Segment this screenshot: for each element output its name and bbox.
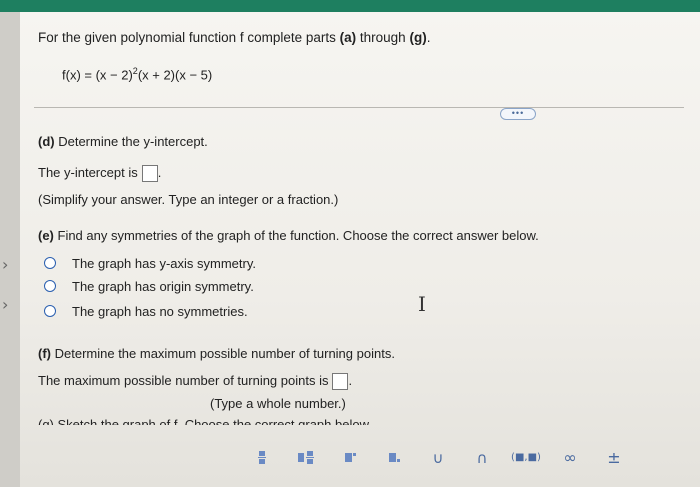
mixed-number-icon <box>298 451 314 464</box>
part-d-hint: (Simplify your answer. Type an integer o… <box>38 192 339 207</box>
math-toolbar: ∪ ∩ (■,■) ∞ ± <box>240 440 680 475</box>
subscript-icon <box>388 453 400 462</box>
option-none-label[interactable]: The graph has no symmetries. <box>72 304 248 319</box>
intersection-icon: ∩ <box>476 448 488 467</box>
interval-button[interactable]: (■,■) <box>504 443 548 473</box>
more-button[interactable]: ••• <box>500 108 536 120</box>
text-cursor-icon: I <box>418 292 426 316</box>
part-d-prompt: The y-intercept is. <box>38 165 161 183</box>
exponent-icon <box>344 453 356 462</box>
option-origin-label[interactable]: The graph has origin symmetry. <box>72 279 254 294</box>
plus-minus-button[interactable]: ± <box>592 443 636 473</box>
interval-icon: (■,■) <box>511 452 541 463</box>
turning-points-input[interactable] <box>332 373 349 391</box>
radio-option-none[interactable] <box>44 305 56 317</box>
option-y-axis-label[interactable]: The graph has y-axis symmetry. <box>72 256 256 271</box>
part-f-hint: (Type a whole number.) <box>210 396 346 411</box>
subscript-button[interactable] <box>372 443 416 473</box>
chevron-right-icon[interactable]: › <box>2 295 8 314</box>
fraction-icon <box>258 451 266 464</box>
part-f-heading: (f) Determine the maximum possible numbe… <box>38 346 395 361</box>
union-button[interactable]: ∪ <box>416 443 460 473</box>
question-title: For the given polynomial function f comp… <box>38 30 431 45</box>
left-nav-strip: › › <box>0 12 20 487</box>
top-bar <box>0 0 700 12</box>
exponent-button[interactable] <box>328 443 372 473</box>
divider <box>34 107 684 108</box>
part-e-heading: (e) Find any symmetries of the graph of … <box>38 228 539 243</box>
part-f-prompt: The maximum possible number of turning p… <box>38 373 352 391</box>
intersection-button[interactable]: ∩ <box>460 443 504 473</box>
fraction-button[interactable] <box>240 443 284 473</box>
mixed-number-button[interactable] <box>284 443 328 473</box>
radio-option-y-axis[interactable] <box>44 257 56 269</box>
function-expression: f(x) = (x − 2)2(x + 2)(x − 5) <box>62 66 213 83</box>
radio-option-origin[interactable] <box>44 280 56 292</box>
chevron-right-icon[interactable]: › <box>2 255 8 274</box>
y-intercept-input[interactable] <box>141 165 158 183</box>
part-g-heading-cut: (g) Sketch the graph of f. Choose the co… <box>38 417 372 425</box>
plus-minus-icon: ± <box>607 448 621 467</box>
union-icon: ∪ <box>432 448 444 467</box>
infinity-button[interactable]: ∞ <box>548 443 592 473</box>
question-panel: For the given polynomial function f comp… <box>20 12 700 487</box>
part-d-heading: (d) Determine the y-intercept. <box>38 134 208 149</box>
infinity-icon: ∞ <box>563 448 577 467</box>
